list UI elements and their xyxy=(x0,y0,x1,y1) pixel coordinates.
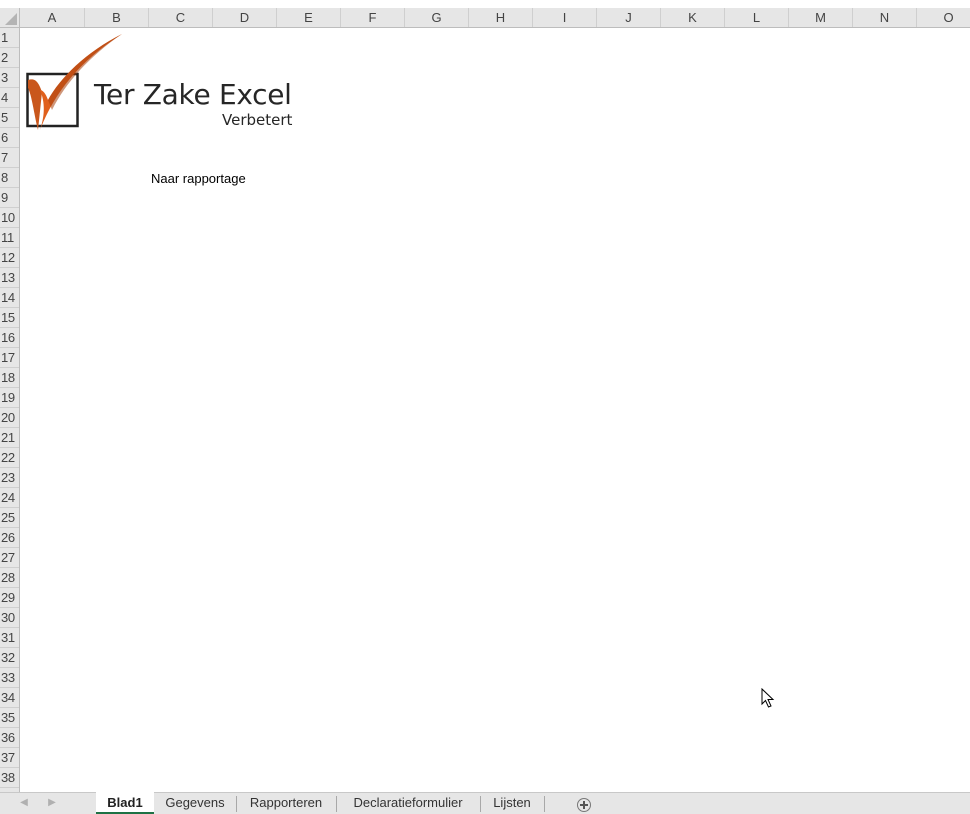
row-header-34[interactable]: 34 xyxy=(0,688,19,708)
row-header-33[interactable]: 33 xyxy=(0,668,19,688)
row-header-19[interactable]: 19 xyxy=(0,388,19,408)
logo-subtitle: Verbetert xyxy=(222,111,293,129)
column-header-j[interactable]: J xyxy=(597,8,661,27)
column-header-o[interactable]: O xyxy=(917,8,970,27)
row-header-28[interactable]: 28 xyxy=(0,568,19,588)
row-header-25[interactable]: 25 xyxy=(0,508,19,528)
tab-blad1[interactable]: Blad1 xyxy=(96,792,154,814)
row-header-2[interactable]: 2 xyxy=(0,48,19,68)
row-header-10[interactable]: 10 xyxy=(0,208,19,228)
row-header-22[interactable]: 22 xyxy=(0,448,19,468)
column-header-n[interactable]: N xyxy=(853,8,917,27)
tab-rapporteren[interactable]: Rapporteren xyxy=(237,792,335,814)
row-header-18[interactable]: 18 xyxy=(0,368,19,388)
row-header-32[interactable]: 32 xyxy=(0,648,19,668)
row-header-37[interactable]: 37 xyxy=(0,748,19,768)
row-header-23[interactable]: 23 xyxy=(0,468,19,488)
row-header-8[interactable]: 8 xyxy=(0,168,19,188)
column-header-a[interactable]: A xyxy=(20,8,85,27)
tab-label: Gegevens xyxy=(165,795,225,810)
row-header-11[interactable]: 11 xyxy=(0,228,19,248)
column-header-g[interactable]: G xyxy=(405,8,469,27)
select-all-button[interactable] xyxy=(0,8,20,27)
column-header-b[interactable]: B xyxy=(85,8,149,27)
column-header-f[interactable]: F xyxy=(341,8,405,27)
column-header-c[interactable]: C xyxy=(149,8,213,27)
tab-gegevens[interactable]: Gegevens xyxy=(155,792,235,814)
row-header-bar: 1 2 3 4 5 6 7 8 9 10 11 12 13 14 15 16 17 18 19 20 21 22 23 24 2… xyxy=(0,28,20,792)
row-header-20[interactable]: 20 xyxy=(0,408,19,428)
report-link-cell[interactable]: Naar rapportage xyxy=(151,171,246,186)
column-header-l[interactable]: L xyxy=(725,8,789,27)
row-header-4[interactable]: 4 xyxy=(0,88,19,108)
tab-lijsten[interactable]: Lijsten xyxy=(481,792,543,814)
column-header-i[interactable]: I xyxy=(533,8,597,27)
sheet-tab-bar: ◀ ▶ Blad1 Gegevens Rapporteren Declarati… xyxy=(0,792,970,814)
mouse-pointer-icon xyxy=(761,688,775,708)
column-header-m[interactable]: M xyxy=(789,8,853,27)
row-header-26[interactable]: 26 xyxy=(0,528,19,548)
tab-label: Rapporteren xyxy=(249,795,323,810)
tab-divider xyxy=(544,796,545,812)
row-header-21[interactable]: 21 xyxy=(0,428,19,448)
column-header-d[interactable]: D xyxy=(213,8,277,27)
row-header-15[interactable]: 15 xyxy=(0,308,19,328)
tab-label: Lijsten xyxy=(493,795,531,810)
row-header-38[interactable]: 38 xyxy=(0,768,19,788)
row-header-17[interactable]: 17 xyxy=(0,348,19,368)
row-header-29[interactable]: 29 xyxy=(0,588,19,608)
row-header-35[interactable]: 35 xyxy=(0,708,19,728)
plus-circle-icon[interactable] xyxy=(577,798,591,812)
column-header-k[interactable]: K xyxy=(661,8,725,27)
tab-label: Declaratieformulier xyxy=(353,795,463,810)
row-header-16[interactable]: 16 xyxy=(0,328,19,348)
column-header-h[interactable]: H xyxy=(469,8,533,27)
column-header-e[interactable]: E xyxy=(277,8,341,27)
row-header-12[interactable]: 12 xyxy=(0,248,19,268)
row-header-27[interactable]: 27 xyxy=(0,548,19,568)
logo-title: Ter Zake Excel xyxy=(94,78,292,111)
row-header-36[interactable]: 36 xyxy=(0,728,19,748)
triangle-right-icon[interactable]: ▶ xyxy=(46,797,58,808)
row-header-5[interactable]: 5 xyxy=(0,108,19,128)
row-header-6[interactable]: 6 xyxy=(0,128,19,148)
column-header-bar: ABCDEFGHIJKLMNO xyxy=(0,8,970,28)
tab-declaratieformulier[interactable]: Declaratieformulier xyxy=(337,792,479,814)
row-header-9[interactable]: 9 xyxy=(0,188,19,208)
select-all-icon xyxy=(5,13,17,25)
row-header-30[interactable]: 30 xyxy=(0,608,19,628)
triangle-left-icon[interactable]: ◀ xyxy=(18,797,30,808)
row-header-13[interactable]: 13 xyxy=(0,268,19,288)
worksheet-grid[interactable] xyxy=(20,28,970,792)
row-header-1[interactable]: 1 xyxy=(0,28,19,48)
excel-window: ABCDEFGHIJKLMNO 1 2 3 4 5 6 7 8 9 10 11 12 13 14 15 16 1… xyxy=(0,0,970,814)
row-header-24[interactable]: 24 xyxy=(0,488,19,508)
row-header-14[interactable]: 14 xyxy=(0,288,19,308)
row-header-31[interactable]: 31 xyxy=(0,628,19,648)
row-header-3[interactable]: 3 xyxy=(0,68,19,88)
row-header-7[interactable]: 7 xyxy=(0,148,19,168)
tab-label: Blad1 xyxy=(107,795,143,810)
